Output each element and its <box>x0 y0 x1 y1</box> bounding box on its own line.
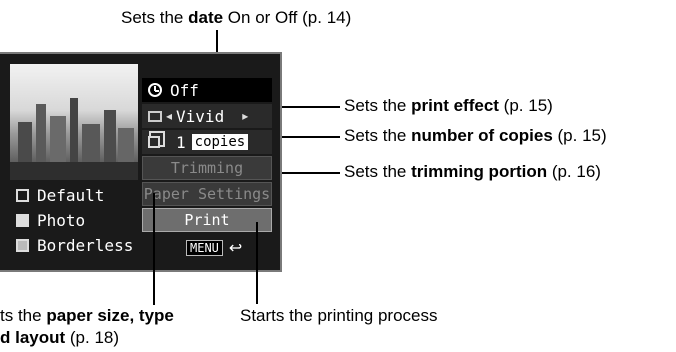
leader-line-copies <box>272 136 340 138</box>
annotation-paper-settings-line2: d layout (p. 18) <box>0 328 120 347</box>
annotation-paper-settings: ts the paper size, type <box>0 306 174 325</box>
paper-default-icon <box>16 189 29 202</box>
clock-icon <box>148 83 162 97</box>
paper-option-borderless: Borderless <box>16 236 133 255</box>
leader-line-printing <box>256 222 258 304</box>
annotation-printing: Starts the printing process <box>240 306 438 325</box>
date-setting-row[interactable]: Off <box>142 78 272 102</box>
annotation-print-effect: Sets the print effect (p. 15) <box>344 96 553 115</box>
paper-borderless-icon <box>16 239 29 252</box>
print-effect-row[interactable]: ◂ Vivid ▸ <box>142 104 272 128</box>
copies-icon <box>148 136 160 148</box>
annotation-trimming: Sets the trimming portion (p. 16) <box>344 162 601 181</box>
date-value: Off <box>170 80 199 100</box>
copies-count: 1 <box>176 132 186 152</box>
chevron-left-icon[interactable]: ◂ <box>166 109 172 123</box>
leader-line-paper-settings <box>153 193 155 305</box>
copies-label: copies <box>191 134 249 150</box>
back-arrow-icon: ↩ <box>228 240 243 257</box>
printer-lcd-screen: Off ◂ Vivid ▸ 1 copies Trimming Paper Se… <box>0 52 282 272</box>
paper-photo-icon <box>16 214 29 227</box>
chevron-right-icon[interactable]: ▸ <box>242 109 248 123</box>
copies-row[interactable]: 1 copies <box>142 130 272 154</box>
paper-option-photo: Photo <box>16 211 85 230</box>
trimming-button[interactable]: Trimming <box>142 156 272 180</box>
annotation-copies: Sets the number of copies (p. 15) <box>344 126 607 145</box>
paper-option-default: Default <box>16 186 104 205</box>
paper-settings-button[interactable]: Paper Settings <box>142 182 272 206</box>
print-effect-value: Vivid <box>176 106 225 126</box>
photo-thumbnail <box>10 64 138 180</box>
print-button[interactable]: Print <box>142 208 272 232</box>
annotation-date: Sets the date On or Off (p. 14) <box>121 8 352 27</box>
menu-button[interactable]: MENU <box>186 240 223 256</box>
image-effect-icon <box>148 110 162 122</box>
menu-back-control[interactable]: MENU ↩ <box>186 238 242 258</box>
